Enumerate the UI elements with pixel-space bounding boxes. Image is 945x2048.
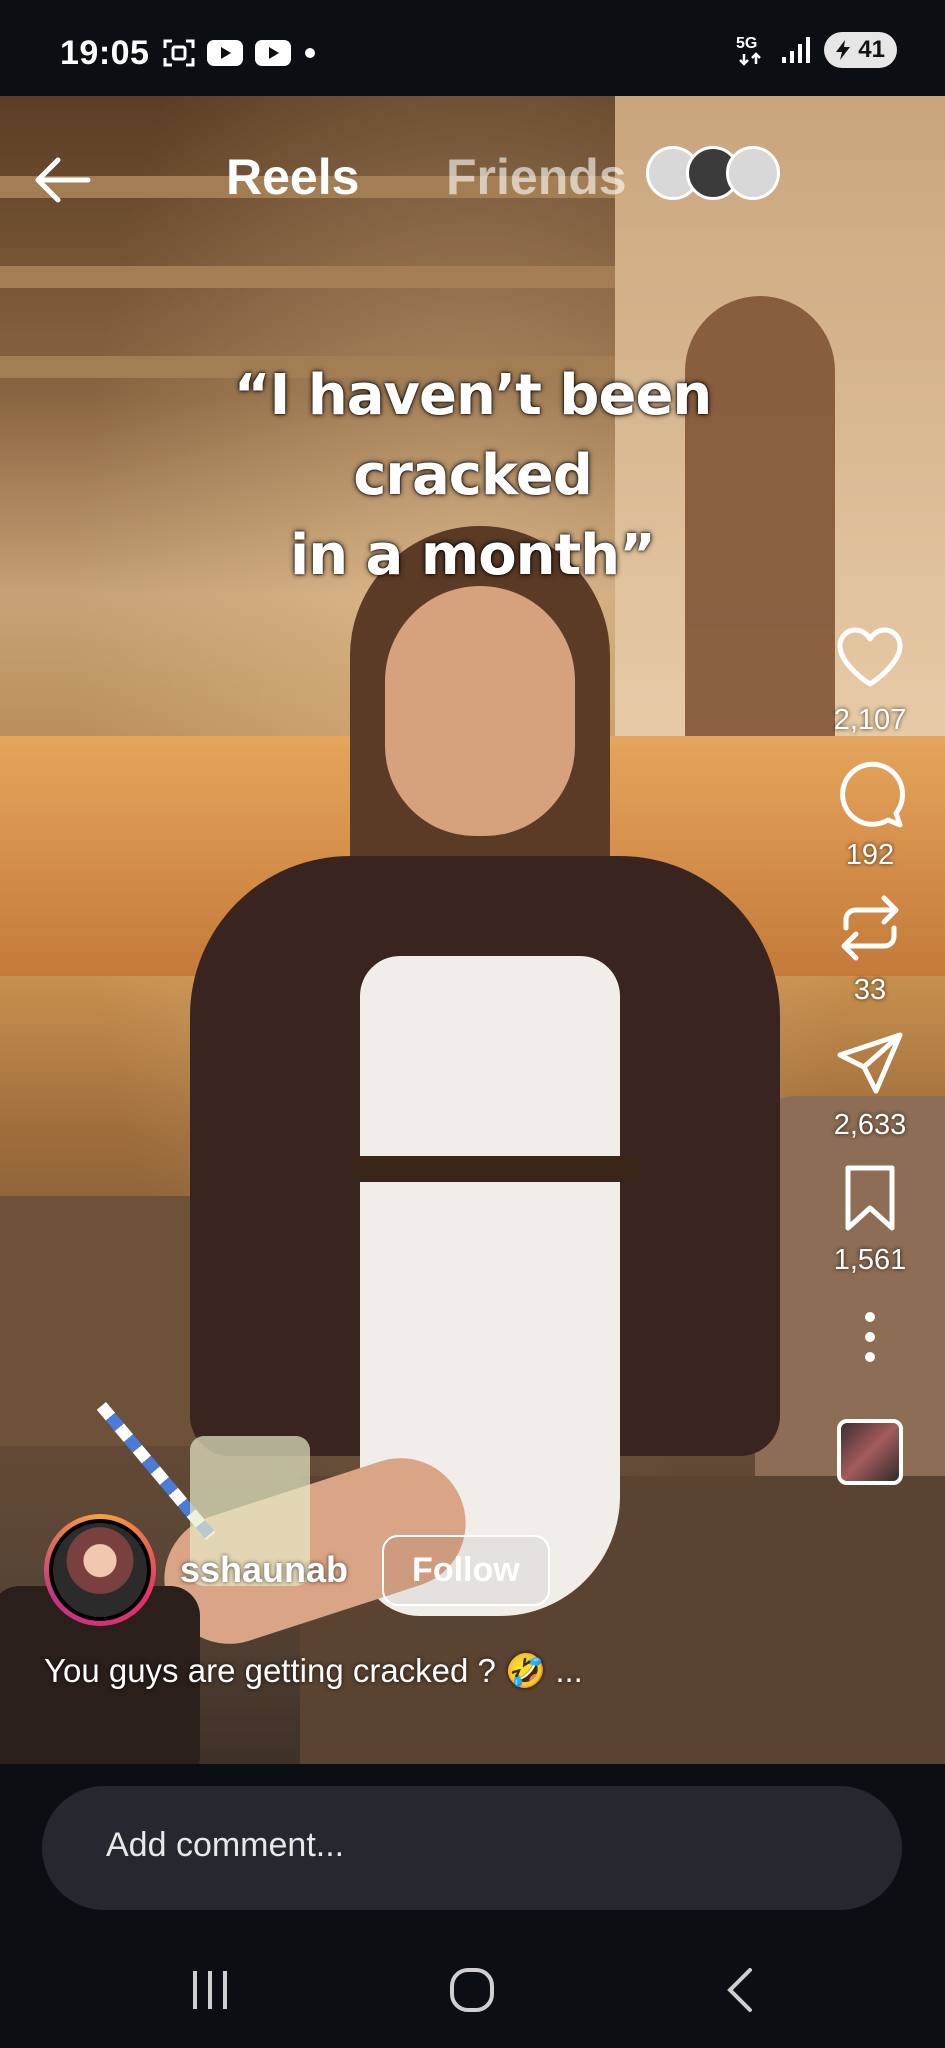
belt [350,1156,640,1182]
action-rail: 2,107 192 33 2,633 1,561 [815,620,925,1485]
author-row: sshaunab Follow [44,1514,550,1626]
share-count: 2,633 [833,1109,907,1141]
battery-charging-icon [836,40,851,60]
heart-icon[interactable] [832,620,908,696]
send-icon[interactable] [832,1025,908,1101]
post-caption[interactable]: You guys are getting cracked ? 🤣 ... [44,1652,583,1691]
youtube-icon [207,40,243,66]
svg-text:5G: 5G [736,35,757,52]
save-count: 1,561 [833,1244,907,1276]
comment-placeholder: Add comment... [106,1826,345,1864]
back-chevron-icon [727,1968,752,2012]
more-options-icon[interactable] [860,1307,880,1367]
tab-reels[interactable]: Reels [226,148,359,206]
screenshot-icon [163,39,195,67]
story-ring[interactable] [44,1514,156,1626]
reels-top-nav: Reels Friends [0,140,945,220]
save-action[interactable]: 1,561 [832,1160,908,1277]
5g-icon: 5G [736,35,762,66]
comment-action[interactable]: 192 [832,755,908,872]
add-comment-field[interactable]: Add comment... [42,1786,902,1910]
repost-action[interactable]: 33 [832,890,908,1007]
repost-icon[interactable] [832,890,908,966]
battery-indicator: 41 [824,32,897,68]
bookmark-icon[interactable] [832,1160,908,1236]
follow-button[interactable]: Follow [382,1534,550,1606]
status-notification-icons [162,38,318,68]
share-action[interactable]: 2,633 [832,1025,908,1142]
friend-avatars[interactable] [646,146,780,200]
like-count: 2,107 [833,704,907,736]
friend-avatar [726,146,780,200]
overlay-line-1: “I haven’t been cracked [233,363,713,508]
comment-count: 192 [845,839,895,871]
tab-friends[interactable]: Friends [446,148,627,206]
status-system-icons: 5G 41 [734,32,897,68]
author-username[interactable]: sshaunab [180,1549,348,1591]
author-avatar[interactable] [49,1519,151,1621]
back-button[interactable] [700,1960,780,2020]
home-icon [450,1968,494,2012]
system-navigation-bar [0,1930,945,2048]
comment-icon[interactable] [832,755,908,831]
repost-count: 33 [853,974,887,1006]
video-text-overlay: “I haven’t been cracked in a month” [110,356,835,596]
status-time: 19:05 [60,34,150,72]
status-bar: 19:05 5G 41 [0,0,945,96]
dot-icon [305,48,315,58]
overlay-line-2: in a month” [290,523,656,588]
audio-thumbnail[interactable] [837,1419,903,1485]
battery-level: 41 [858,36,885,63]
signal-icon [782,37,811,63]
ceiling-beam [0,266,620,288]
home-button[interactable] [432,1960,512,2020]
youtube-icon-2 [255,40,291,66]
back-arrow-icon[interactable] [30,148,94,212]
recent-apps-icon [193,1971,227,2009]
like-action[interactable]: 2,107 [832,620,908,737]
face [385,586,575,836]
recent-apps-button[interactable] [170,1960,250,2020]
